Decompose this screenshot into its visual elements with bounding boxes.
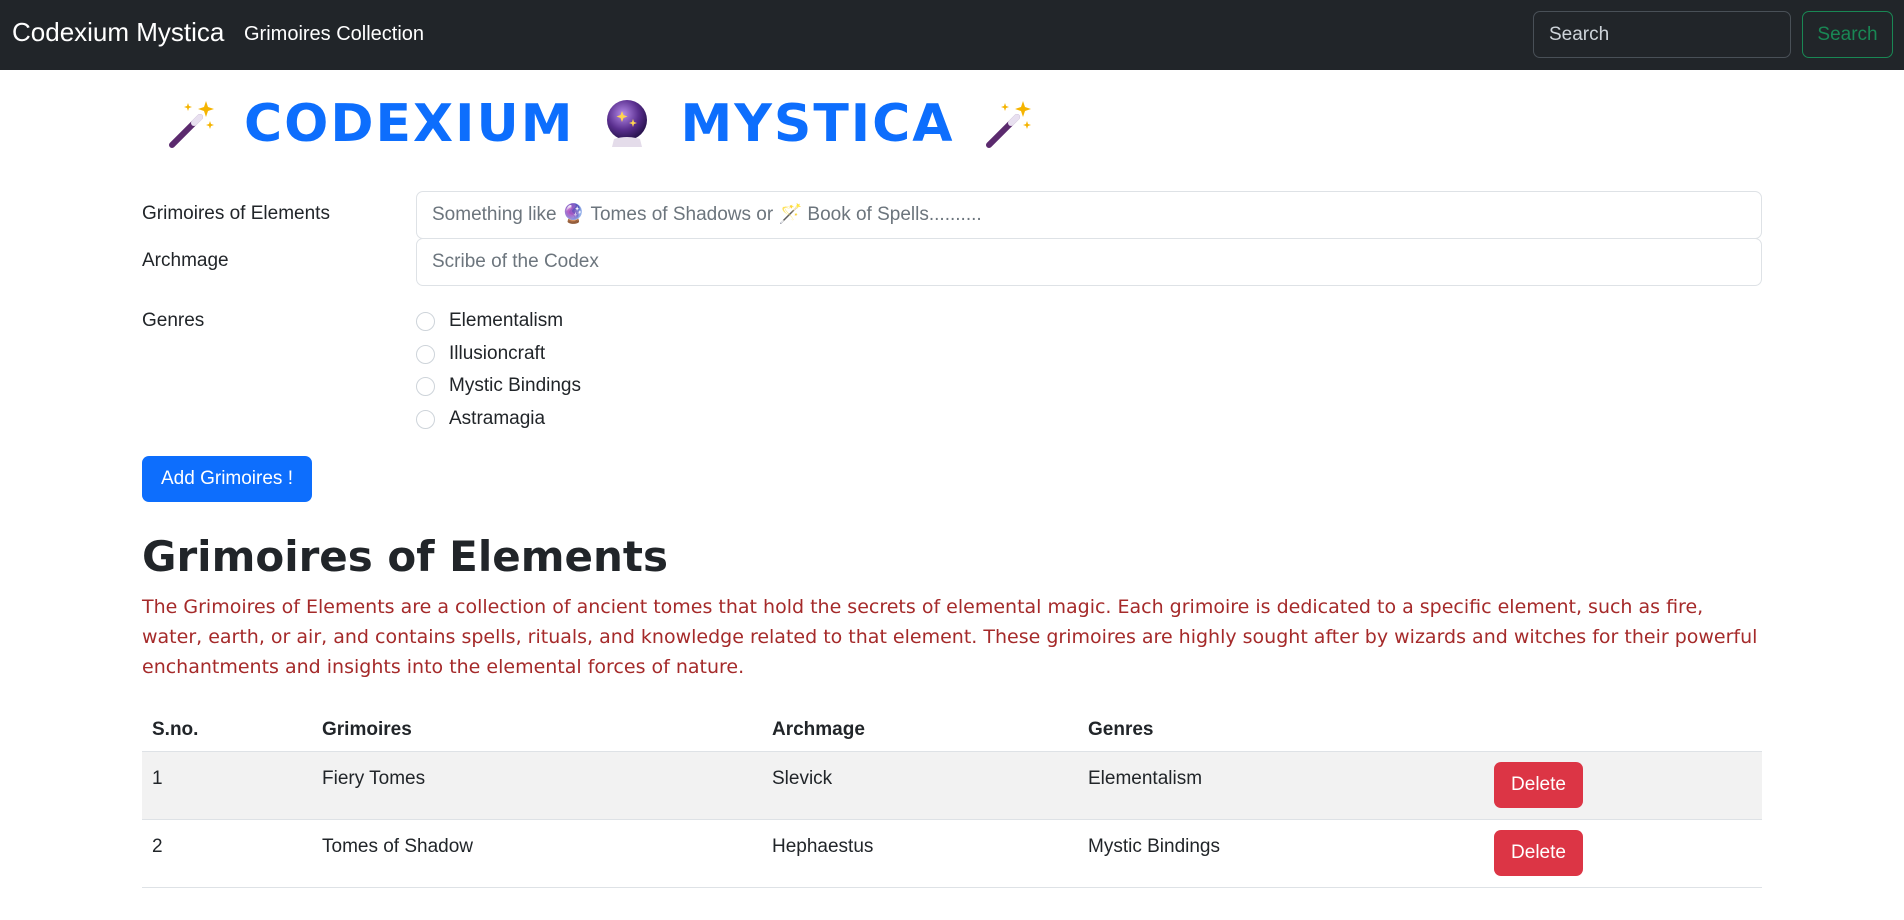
cell-actions: Delete xyxy=(1484,819,1762,888)
radio-button[interactable] xyxy=(416,409,435,429)
section-title: Grimoires of Elements xyxy=(142,532,668,581)
hero-title: CODEXIUM MYSTICA xyxy=(164,88,1035,160)
hero-word-codexium: CODEXIUM xyxy=(244,94,575,154)
nav-link-grimoires-collection[interactable]: Grimoires Collection xyxy=(244,23,424,46)
column-header-sno: S.no. xyxy=(142,709,312,752)
grimoire-input[interactable] xyxy=(416,191,1762,239)
table-row: 2 Tomes of Shadow Hephaestus Mystic Bind… xyxy=(142,819,1762,888)
crystal-ball-icon xyxy=(607,100,648,147)
genres-label: Genres xyxy=(142,310,205,331)
archmage-label: Archmage xyxy=(142,250,229,271)
grimoires-table: S.no. Grimoires Archmage Genres 1 Fiery … xyxy=(142,709,1762,888)
column-header-grimoires: Grimoires xyxy=(312,709,762,752)
cell-archmage: Hephaestus xyxy=(762,819,1078,888)
navbar: Codexium Mystica Grimoires Collection Se… xyxy=(0,0,1904,70)
delete-button[interactable]: Delete xyxy=(1494,829,1583,876)
radio-button[interactable] xyxy=(416,344,435,364)
genre-option-elementalism[interactable]: Elementalism xyxy=(416,308,563,334)
magic-wand-icon xyxy=(169,101,214,148)
genre-option-illusioncraft[interactable]: Illusioncraft xyxy=(416,341,545,367)
column-header-genres: Genres xyxy=(1078,709,1484,752)
add-grimoires-button[interactable]: Add Grimoires ! xyxy=(142,456,312,502)
table-header-row: S.no. Grimoires Archmage Genres xyxy=(142,709,1762,752)
section-description: The Grimoires of Elements are a collecti… xyxy=(142,596,1758,678)
column-header-actions xyxy=(1484,709,1762,752)
cell-genre: Mystic Bindings xyxy=(1078,819,1484,888)
radio-button[interactable] xyxy=(416,376,435,396)
navbar-brand[interactable]: Codexium Mystica xyxy=(12,17,224,48)
genre-option-mystic-bindings[interactable]: Mystic Bindings xyxy=(416,373,581,399)
table-row: 1 Fiery Tomes Slevick Elementalism Delet… xyxy=(142,751,1762,820)
genre-option-label: Illusioncraft xyxy=(449,343,546,364)
cell-actions: Delete xyxy=(1484,751,1762,820)
grimoire-label: Grimoires of Elements xyxy=(142,203,330,224)
cell-sno: 1 xyxy=(142,751,312,820)
cell-sno: 2 xyxy=(142,819,312,888)
radio-button[interactable] xyxy=(416,311,435,331)
search-button[interactable]: Search xyxy=(1802,11,1893,58)
archmage-input[interactable] xyxy=(416,238,1762,286)
genre-option-astramagia[interactable]: Astramagia xyxy=(416,406,545,432)
cell-grimoire: Tomes of Shadow xyxy=(312,819,762,888)
column-header-archmage: Archmage xyxy=(762,709,1078,752)
genre-option-label: Elementalism xyxy=(449,310,564,331)
delete-button[interactable]: Delete xyxy=(1494,761,1583,808)
cell-grimoire: Fiery Tomes xyxy=(312,751,762,820)
cell-genre: Elementalism xyxy=(1078,751,1484,820)
search-input[interactable] xyxy=(1533,11,1791,58)
genre-option-label: Astramagia xyxy=(449,408,546,429)
magic-wand-icon xyxy=(985,101,1031,148)
cell-archmage: Slevick xyxy=(762,751,1078,820)
genre-option-label: Mystic Bindings xyxy=(449,375,581,396)
hero-word-mystica: MYSTICA xyxy=(680,94,955,154)
